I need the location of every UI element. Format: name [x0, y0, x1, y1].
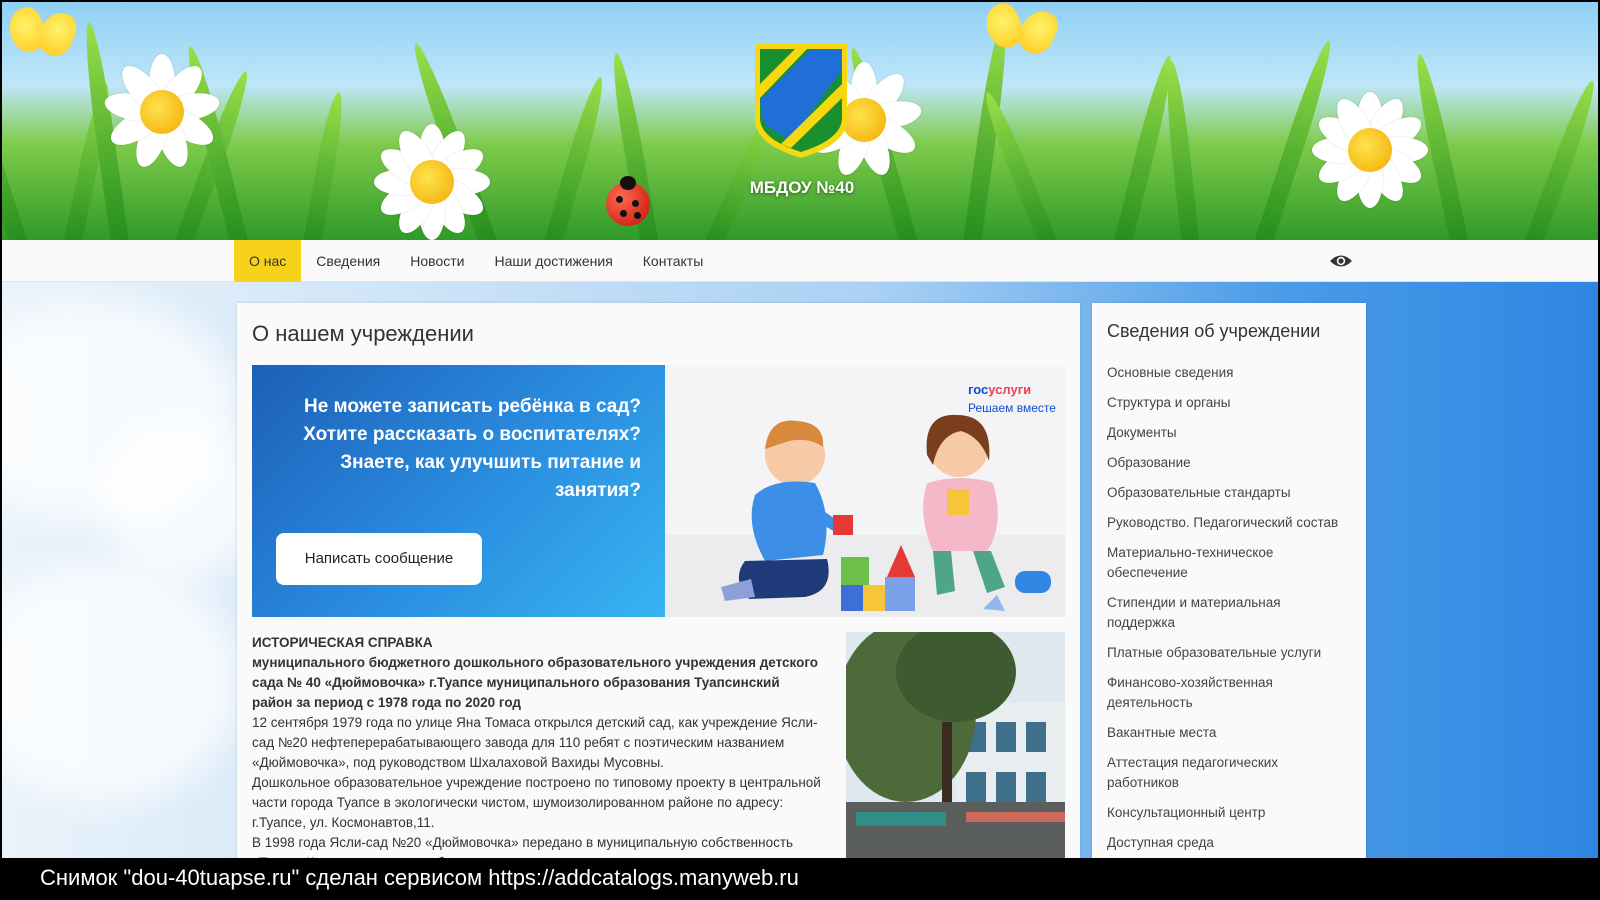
banner-text: Не можете записать ребёнка в сад? Хотите… — [281, 393, 641, 505]
article-heading: ИСТОРИЧЕСКАЯ СПРАВКА — [252, 635, 433, 650]
bg-cloud — [2, 562, 242, 802]
eye-icon[interactable] — [1329, 252, 1353, 270]
sidebar-item-accessibility[interactable]: Доступная среда — [1107, 833, 1352, 853]
nav-item-info[interactable]: Сведения — [301, 240, 395, 282]
ladybug-icon — [606, 176, 650, 226]
sidebar-item-consulting[interactable]: Консультационный центр — [1107, 803, 1352, 823]
banner-line: занятия? — [554, 480, 641, 501]
sidebar-item-basic-info[interactable]: Основные сведения — [1107, 363, 1352, 383]
banner-text-panel: Не можете записать ребёнка в сад? Хотите… — [252, 365, 665, 617]
sidebar-item-attestation[interactable]: Аттестация педагогических работников — [1107, 753, 1352, 793]
article-paragraph: Дошкольное образовательное учреждение по… — [252, 775, 821, 830]
sidebar-title: Сведения об учреждении — [1107, 321, 1321, 341]
main-navigation: О нас Сведения Новости Наши достижения К… — [2, 240, 1598, 282]
screenshot-frame: МБДОУ №40 О нас Сведения Новости Наши до… — [0, 0, 1600, 900]
sidebar-item-education[interactable]: Образование — [1107, 453, 1352, 473]
page-title: О нашем учреждении — [252, 321, 474, 346]
write-message-button[interactable]: Написать сообщение — [276, 533, 482, 585]
banner-line: Не можете записать ребёнка в сад? — [303, 396, 641, 417]
grass-blade — [302, 90, 348, 240]
sidebar-item-scholarships[interactable]: Стипендии и материальная поддержка — [1107, 593, 1352, 633]
butterfly-icon — [3, 3, 81, 68]
nav-item-contacts[interactable]: Контакты — [628, 240, 718, 282]
banner-line: Хотите рассказать о воспитателях? — [303, 424, 641, 445]
sidebar-item-facilities[interactable]: Материально-техническое обеспечение — [1107, 543, 1352, 583]
nav-item-achievements[interactable]: Наши достижения — [479, 240, 627, 282]
main-content-card: О нашем учреждении Не можете записать ре… — [237, 303, 1080, 858]
gosuslugi-slogan: Решаем вместе — [968, 401, 1056, 415]
sidebar-item-paid-services[interactable]: Платные образовательные услуги — [1107, 643, 1352, 663]
article-subheading: муниципального бюджетного дошкольного об… — [252, 655, 819, 710]
city-emblem-logo[interactable] — [751, 40, 851, 162]
article-paragraph: 12 сентября 1979 года по улице Яна Томас… — [252, 715, 818, 770]
sidebar-item-management[interactable]: Руководство. Педагогический состав — [1107, 513, 1352, 533]
grass-blade — [1162, 60, 1200, 240]
gosuslugi-banner[interactable]: Не можете записать ребёнка в сад? Хотите… — [252, 365, 1065, 617]
gosuslugi-logo[interactable]: госуслуги Решаем вместе — [968, 381, 1056, 417]
nav-item-about[interactable]: О нас — [234, 240, 302, 282]
sidebar-item-documents[interactable]: Документы — [1107, 423, 1352, 443]
browser-viewport: МБДОУ №40 О нас Сведения Новости Наши до… — [2, 2, 1598, 858]
sidebar-card: Сведения об учреждении Основные сведения… — [1092, 303, 1366, 858]
site-title[interactable]: МБДОУ №40 — [702, 178, 902, 198]
kindergarten-building-photo — [846, 632, 1065, 858]
site-header: МБДОУ №40 — [2, 2, 1598, 240]
sidebar-item-vacancies[interactable]: Вакантные места — [1107, 723, 1352, 743]
banner-line: Знаете, как улучшить питание и — [340, 452, 641, 473]
article-paragraph: В 1998 года Ясли-сад №20 «Дюймовочка» пе… — [252, 835, 794, 858]
history-article: ИСТОРИЧЕСКАЯ СПРАВКА муниципального бюдж… — [252, 633, 822, 858]
nav-item-news[interactable]: Новости — [395, 240, 479, 282]
sidebar-menu: Основные сведения Структура и органы Док… — [1107, 363, 1352, 858]
screenshot-caption: Снимок "dou-40tuapse.ru" сделан сервисом… — [40, 865, 799, 890]
grass-blade — [2, 57, 30, 240]
grass-blade — [542, 74, 610, 240]
sidebar-item-standards[interactable]: Образовательные стандарты — [1107, 483, 1352, 503]
butterfly-icon — [979, 2, 1063, 64]
sidebar-item-finance[interactable]: Финансово-хозяйственная деятельность — [1107, 673, 1352, 713]
gosuslugi-logo-part1: гос — [968, 382, 989, 397]
sidebar-item-structure[interactable]: Структура и органы — [1107, 393, 1352, 413]
gosuslugi-logo-part2: услуги — [988, 382, 1032, 397]
grass-blade — [1522, 77, 1598, 240]
